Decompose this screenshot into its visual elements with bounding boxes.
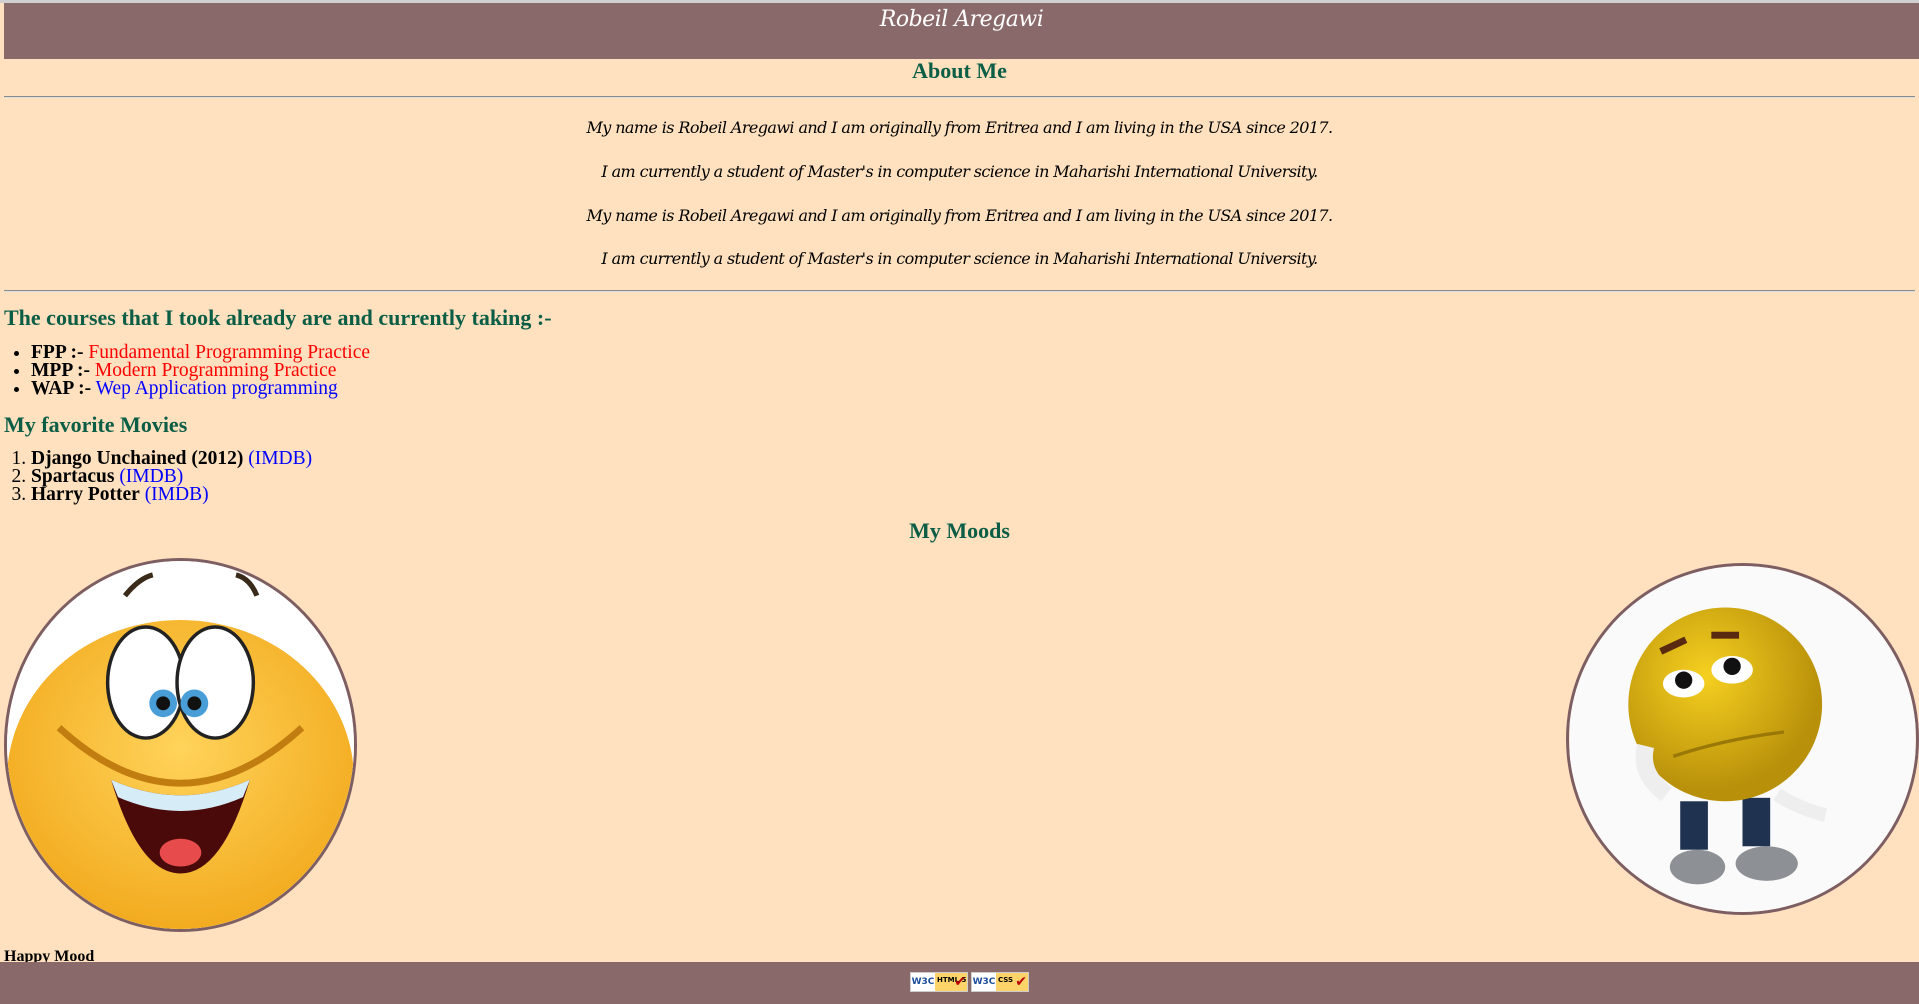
happy-emoji-icon	[7, 561, 354, 929]
site-header: Robeil Aregawi	[4, 3, 1919, 59]
w3c-logo: W3C	[911, 973, 935, 991]
about-paragraph: My name is Robeil Aregawi and I am origi…	[586, 118, 1333, 137]
checkmark-icon: ✔	[1015, 974, 1027, 990]
movies-heading: My favorite Movies	[4, 412, 188, 437]
imdb-link[interactable]: (IMDB)	[145, 484, 209, 505]
course-code: WAP :-	[31, 378, 92, 399]
movie-title: Harry Potter	[31, 484, 140, 505]
courses-list: FPP :- Fundamental Programming Practice …	[4, 343, 370, 399]
movies-list: Django Unchained (2012) (IMDB) Spartacus…	[4, 448, 312, 505]
imdb-link[interactable]: (IMDB)	[248, 448, 312, 469]
sad-mood-image	[1566, 563, 1919, 915]
badge-label: CSS	[998, 976, 1014, 984]
happy-mood-image	[4, 558, 357, 932]
courses-heading: The courses that I took already are and …	[4, 305, 552, 330]
movie-item: Harry Potter (IMDB)	[31, 484, 312, 505]
w3c-css-validator-badge[interactable]: W3C CSS ✔	[971, 972, 1029, 992]
course-name: Wep Application programming	[95, 378, 338, 399]
course-item: WAP :- Wep Application programming	[31, 378, 370, 399]
w3c-html-validator-badge[interactable]: W3C HTML 5 ✔	[910, 972, 968, 992]
about-paragraph: I am currently a student of Master's in …	[601, 162, 1318, 181]
divider	[4, 290, 1915, 292]
sad-emoji-icon	[1569, 566, 1916, 912]
moods-heading: My Moods	[909, 518, 1010, 543]
about-heading: About Me	[912, 58, 1007, 83]
about-paragraph: My name is Robeil Aregawi and I am origi…	[586, 206, 1333, 225]
w3c-logo: W3C	[972, 973, 996, 991]
divider	[4, 96, 1915, 98]
about-paragraph: I am currently a student of Master's in …	[601, 249, 1318, 268]
checkmark-icon: ✔	[954, 974, 966, 990]
site-title: Robeil Aregawi	[879, 7, 1044, 32]
site-footer: W3C HTML 5 ✔ W3C CSS ✔	[0, 962, 1919, 1004]
